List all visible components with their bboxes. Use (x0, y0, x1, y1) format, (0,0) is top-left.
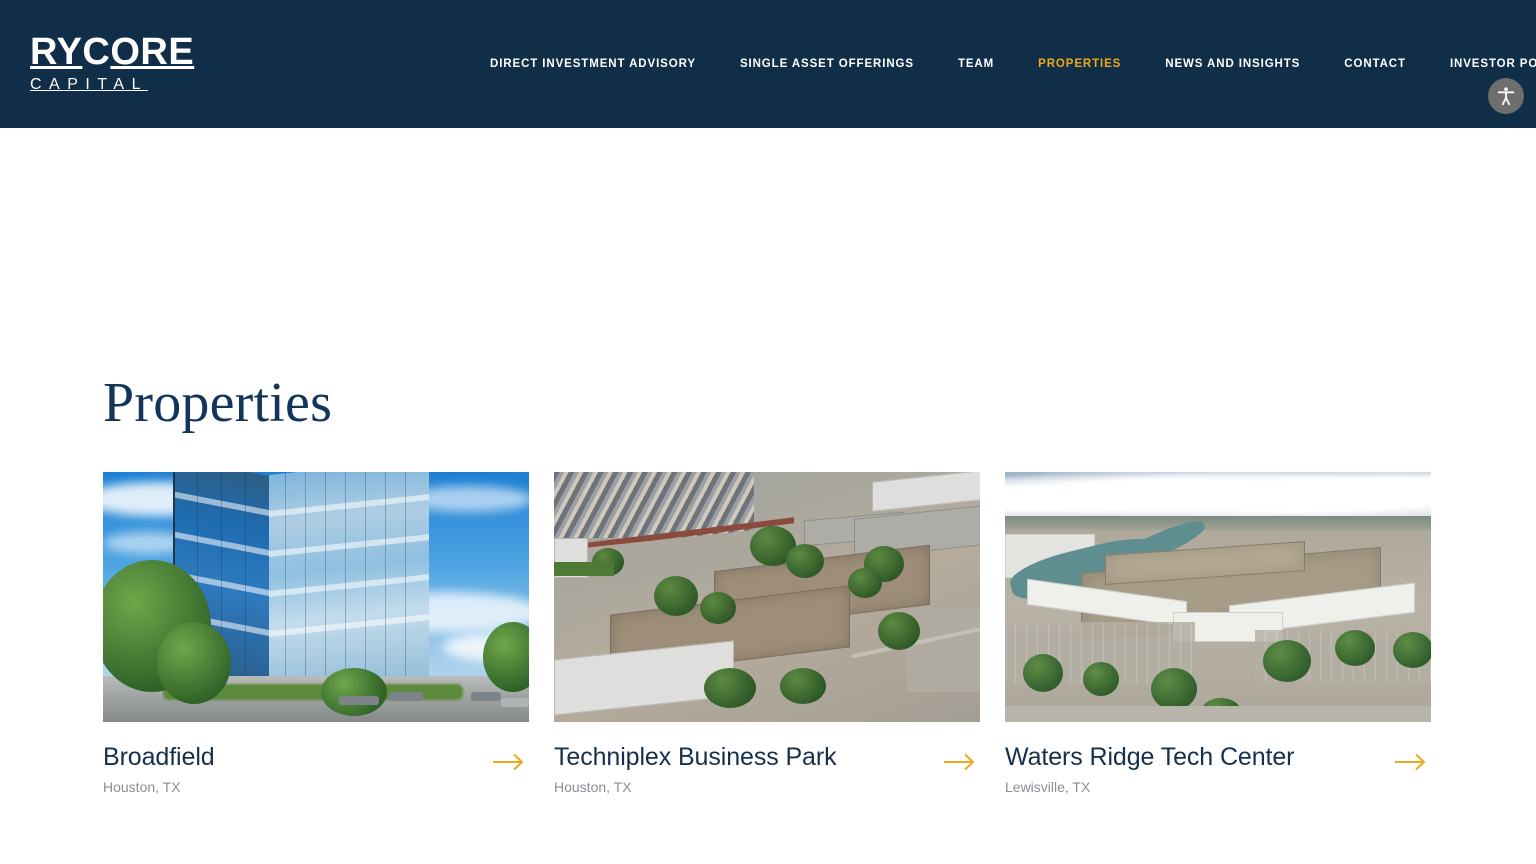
property-card[interactable]: Broadfield Houston, TX (103, 472, 529, 797)
primary-navigation: DIRECT INVESTMENT ADVISORY SINGLE ASSET … (490, 0, 1536, 128)
tree-shape (1083, 662, 1119, 696)
building-right-face (269, 472, 429, 697)
nav-item-investor-portal[interactable]: INVESTOR PORTAL (1450, 52, 1536, 76)
property-card-text: Techniplex Business Park Houston, TX (554, 742, 940, 797)
property-location: Lewisville, TX (1005, 779, 1091, 795)
car-shape (339, 696, 379, 705)
green-strip (554, 562, 614, 576)
nav-item-properties[interactable]: PROPERTIES (1038, 52, 1121, 76)
logo-o-ring: C (82, 31, 111, 73)
tree-shape (1151, 668, 1197, 710)
tree-shape (321, 668, 387, 716)
tree-shape (157, 622, 231, 704)
arrow-right-icon[interactable] (489, 746, 529, 778)
accessibility-icon[interactable] (1488, 78, 1524, 114)
property-location: Houston, TX (554, 779, 632, 795)
property-photo[interactable] (554, 472, 980, 722)
nav-item-news-and-insights[interactable]: NEWS AND INSIGHTS (1165, 52, 1300, 76)
property-card[interactable]: Waters Ridge Tech Center Lewisville, TX (1005, 472, 1431, 797)
property-location: Houston, TX (103, 779, 181, 795)
arrow-right-icon[interactable] (1391, 746, 1431, 778)
property-card-meta: Waters Ridge Tech Center Lewisville, TX (1005, 722, 1431, 797)
property-card[interactable]: Techniplex Business Park Houston, TX (554, 472, 980, 797)
property-card-text: Broadfield Houston, TX (103, 742, 489, 797)
arrow-right-icon[interactable] (940, 746, 980, 778)
nav-item-direct-investment-advisory[interactable]: DIRECT INVESTMENT ADVISORY (490, 52, 696, 76)
tree-shape (1263, 640, 1311, 682)
brand-name-secondary: CAPITAL (30, 76, 148, 93)
property-photo[interactable] (1005, 472, 1431, 722)
site-header: RYCORE CAPITAL DIRECT INVESTMENT ADVISOR… (0, 0, 1536, 128)
tree-shape (700, 592, 736, 624)
property-title: Techniplex Business Park (554, 743, 837, 771)
tree-shape (704, 668, 756, 708)
car-shape (501, 698, 529, 707)
property-card-meta: Broadfield Houston, TX (103, 722, 529, 797)
tree-shape (780, 668, 826, 704)
cloud-band (1005, 472, 1431, 516)
tree-shape (848, 568, 882, 598)
nav-item-single-asset-offerings[interactable]: SINGLE ASSET OFFERINGS (740, 52, 914, 76)
tree-shape (1393, 632, 1431, 668)
car-shape (389, 692, 423, 701)
nav-item-contact[interactable]: CONTACT (1344, 52, 1406, 76)
property-photo[interactable] (103, 472, 529, 722)
property-card-text: Waters Ridge Tech Center Lewisville, TX (1005, 742, 1391, 797)
tree-shape (1335, 630, 1375, 666)
properties-grid: Broadfield Houston, TX Techniplex Busine… (103, 472, 1433, 864)
road-shape (1005, 706, 1431, 722)
property-title: Broadfield (103, 743, 215, 771)
property-title: Waters Ridge Tech Center (1005, 743, 1295, 771)
page-title: Properties (103, 372, 333, 434)
tree-shape (1023, 654, 1063, 692)
tree-shape (878, 612, 920, 650)
brand-logo[interactable]: RYCORE CAPITAL (30, 33, 200, 96)
property-card-meta: Techniplex Business Park Houston, TX (554, 722, 980, 797)
nav-item-team[interactable]: TEAM (958, 52, 994, 76)
tree-shape (654, 576, 698, 616)
tree-shape (786, 544, 824, 578)
brand-name-primary: RYCORE (30, 31, 195, 73)
car-shape (471, 692, 501, 701)
